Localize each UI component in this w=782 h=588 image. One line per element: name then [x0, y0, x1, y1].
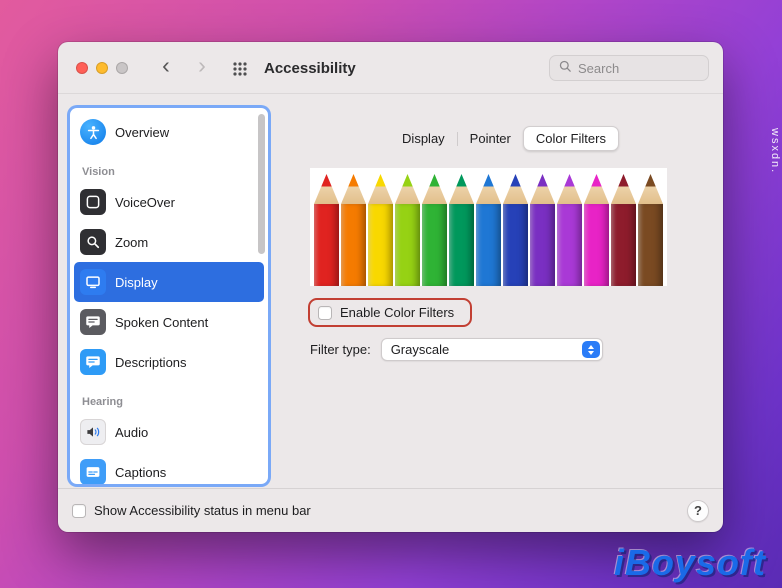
minimize-window-button[interactable]: [96, 62, 108, 74]
display-icon: [80, 269, 106, 295]
sidebar-item-zoom[interactable]: Zoom: [74, 222, 264, 262]
pencil-image: [310, 168, 667, 286]
search-icon: [558, 59, 572, 78]
window-footer: Show Accessibility status in menu bar ?: [58, 488, 723, 532]
overview-icon: [80, 119, 106, 145]
sidebar-item-label: Audio: [115, 424, 149, 440]
sidebar-scrollbar[interactable]: [258, 114, 265, 254]
sidebar-item-label: Zoom: [115, 234, 149, 250]
forward-button[interactable]: ›: [190, 54, 214, 77]
pencil: [449, 174, 474, 286]
sidebar-item-spoken-content[interactable]: Spoken Content: [74, 302, 264, 342]
back-button[interactable]: ‹: [154, 54, 178, 77]
pencil: [476, 174, 501, 286]
filter-type-popup[interactable]: Grayscale: [380, 338, 603, 361]
pencil: [503, 174, 528, 286]
window-title: Accessibility: [264, 60, 356, 77]
captions-icon: [80, 459, 106, 484]
pencil: [422, 174, 447, 286]
search-input[interactable]: Search: [549, 55, 709, 81]
side-watermark: wsxdn.: [769, 128, 781, 175]
sidebar-item-overview[interactable]: Overview: [74, 112, 264, 152]
pencil: [530, 174, 555, 286]
sidebar-item-label: Display: [115, 274, 158, 290]
tab-display[interactable]: Display: [390, 127, 457, 150]
enable-color-filters-label: Enable Color Filters: [340, 305, 455, 320]
show-all-grid-icon[interactable]: [232, 61, 248, 77]
pencil: [314, 174, 339, 286]
show-status-label: Show Accessibility status in menu bar: [94, 503, 311, 518]
sidebar-section-vision: Vision: [82, 166, 115, 178]
search-placeholder: Search: [578, 60, 620, 76]
sidebar-item-label: Spoken Content: [115, 314, 209, 330]
pencil: [368, 174, 393, 286]
show-status-checkbox[interactable]: [72, 503, 86, 518]
sidebar-item-label: Captions: [115, 464, 167, 480]
sidebar: Overview Vision VoiceOver Zoom Display S…: [70, 108, 268, 484]
audio-icon: [80, 419, 106, 445]
traffic-lights: [76, 62, 128, 74]
sidebar-item-captions[interactable]: Captions: [74, 452, 264, 484]
accessibility-window: ‹ › Accessibility Search Overview Vision…: [58, 42, 723, 532]
sidebar-item-audio[interactable]: Audio: [74, 412, 264, 452]
descriptions-icon: [80, 349, 106, 375]
help-button[interactable]: ?: [687, 499, 709, 522]
pencil: [584, 174, 609, 286]
sidebar-item-label: Overview: [115, 124, 170, 140]
sidebar-focus-ring: Overview Vision VoiceOver Zoom Display S…: [70, 108, 268, 484]
pencil: [341, 174, 366, 286]
enable-color-filters-checkbox[interactable]: [318, 305, 332, 320]
filter-type-value: Grayscale: [390, 342, 450, 357]
popup-chevrons-icon: [581, 341, 600, 358]
zoom-window-button[interactable]: [116, 62, 128, 74]
pencil: [395, 174, 420, 286]
tab-bar: Display Pointer Color Filters: [286, 126, 723, 151]
tab-color-filters[interactable]: Color Filters: [522, 126, 619, 151]
tab-pointer[interactable]: Pointer: [458, 127, 523, 150]
pencil: [557, 174, 582, 286]
zoom-icon: [80, 229, 106, 255]
annotation-highlight: Enable Color Filters: [308, 298, 473, 327]
sidebar-item-label: Descriptions: [115, 354, 187, 370]
close-window-button[interactable]: [76, 62, 88, 74]
sidebar-item-voiceover[interactable]: VoiceOver: [74, 182, 264, 222]
filter-type-label: Filter type:: [310, 342, 371, 357]
spoken-content-icon: [80, 309, 106, 335]
brand-watermark: iBoysoft: [614, 542, 766, 583]
desktop-background: wsxdn. ‹ › Accessibility Search Overview…: [0, 0, 782, 588]
sidebar-item-label: VoiceOver: [115, 194, 175, 210]
filter-type-row: Filter type: Grayscale: [310, 338, 603, 361]
sidebar-item-descriptions[interactable]: Descriptions: [74, 342, 264, 382]
voiceover-icon: [80, 189, 106, 215]
pencil: [611, 174, 636, 286]
window-titlebar: ‹ › Accessibility Search: [58, 42, 723, 94]
sidebar-item-display[interactable]: Display: [74, 262, 264, 302]
pencil: [638, 174, 663, 286]
sidebar-section-hearing: Hearing: [82, 396, 123, 408]
